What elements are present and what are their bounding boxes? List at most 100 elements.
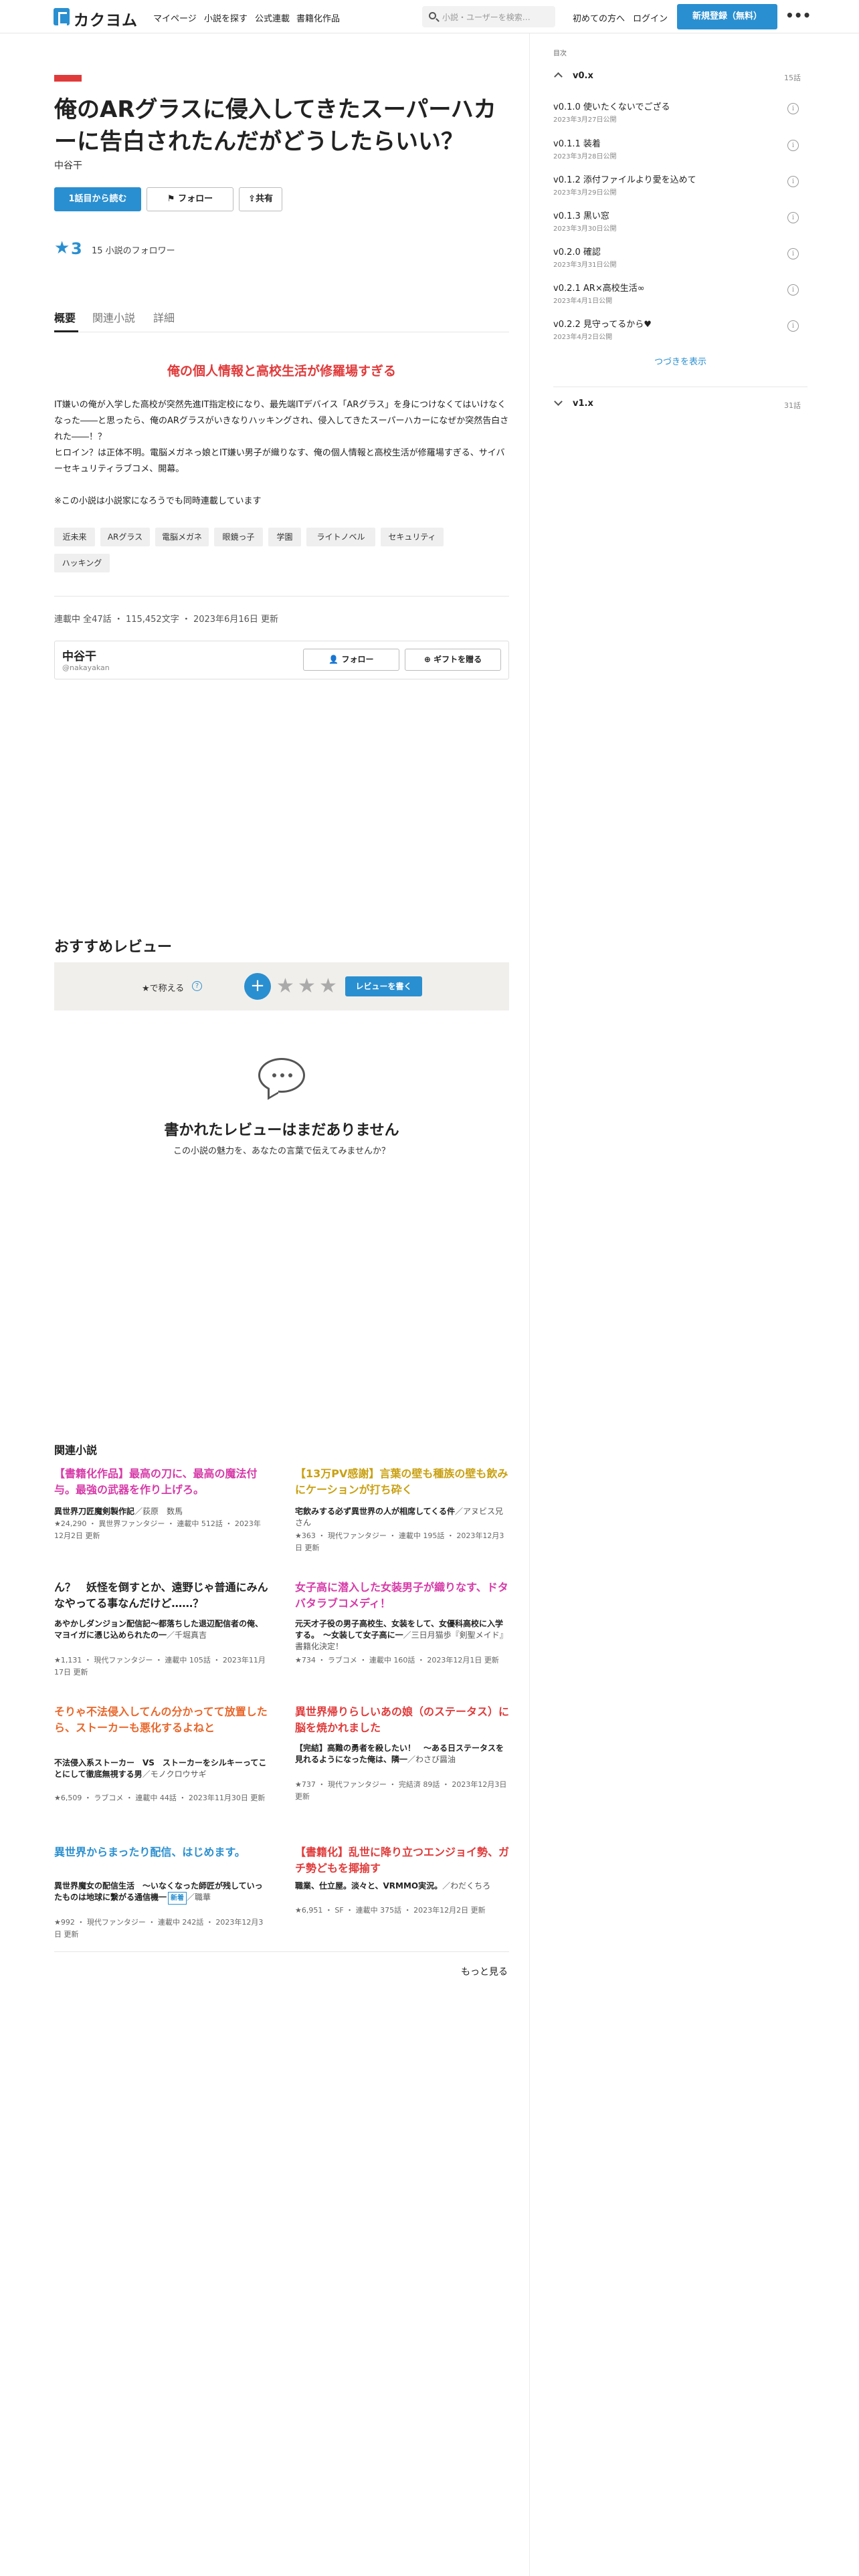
related-title[interactable]: 【書籍化作品】最高の刀に、最高の魔法付与。最強の武器を作り上げろ。 [54,1466,268,1498]
volume-count: 15話 [784,74,801,82]
episode-title[interactable]: v0.1.3 黒い窓 [553,209,609,221]
first-time-link[interactable]: 初めての方へ [573,11,625,24]
info-icon[interactable]: i [787,140,799,151]
register-button[interactable]: 新規登録（無料） [677,4,777,29]
site-header: カクヨム マイページ 小説を探す 公式連載 書籍化作品 小説・ユーザーを検索… … [0,0,859,33]
search-icon [429,12,436,19]
related-author[interactable]: ／わだくちろ [442,1881,490,1891]
nav-mypage[interactable]: マイページ [153,11,197,24]
related-meta: ★363 ・ 現代ファンタジー ・ 連載中 195話 ・ 2023年12月3日 … [295,1531,504,1552]
tag[interactable]: 電脳メガネ [155,528,209,546]
related-meta: ★992 ・ 現代ファンタジー ・ 連載中 242話 ・ 2023年12月3日 … [54,1918,264,1939]
related-title[interactable]: そりゃ不法侵入してんの分かってて放置したら、ストーカーも悪化するよねと [54,1704,268,1736]
related-catch[interactable]: 異世界刀匠魔剣製作記／荻原 数馬 [54,1506,268,1517]
work-title: 俺のARグラスに侵入してきたスーパーハカーに告白されたんだがどうしたらいい？ [54,96,496,155]
star-count[interactable]: 3 [71,239,82,258]
show-more-episodes-link[interactable]: つづきを表示 [553,354,807,367]
related-title[interactable]: 異世界帰りらしいあの娘（のステータス）に脳を焼かれました [295,1704,509,1736]
episode-title[interactable]: v0.1.0 使いたくないでござる [553,100,670,112]
related-catch[interactable]: あやかしダンジョン配信記〜都落ちした退辺配信者の俺、マヨイガに憑じ込められたの一… [54,1618,268,1641]
site-logo[interactable]: カクヨム [74,7,138,30]
reviews-heading: おすすめレビュー [54,939,173,956]
tag[interactable]: セキュリティ [381,528,444,546]
search-input[interactable]: 小説・ユーザーを検索… [442,11,531,23]
author-name[interactable]: 中谷干 [62,647,96,663]
related-author[interactable]: ／わさび醤油 [407,1755,456,1764]
tab-details[interactable]: 詳細 [153,309,175,325]
see-more-link[interactable]: もっと見る [461,1965,508,1978]
divider [54,596,509,597]
nav-official-serial[interactable]: 公式連載 [255,11,290,24]
related-catch[interactable]: 元天才子役の男子高校生、女装をして、女優科高校に入学する。 〜女装して女子高に一… [295,1618,509,1652]
tag[interactable]: ARグラス [100,528,150,546]
related-author[interactable]: ／モノクロウサギ [142,1769,207,1779]
follow-work-button[interactable]: ⚑ フォロー [147,187,233,211]
episode-title[interactable]: v0.2.0 確認 [553,245,601,257]
related-author[interactable]: ／荻原 数馬 [134,1507,183,1516]
gift-button[interactable]: ⊕ ギフトを贈る [405,649,501,671]
related-catch-text: あやかしダンジョン配信記〜都落ちした退辺配信者の俺、マヨイガに憑じ込められたの一 [54,1619,264,1640]
related-catch[interactable]: 【完結】高難の勇者を殺したい！ 〜ある日ステータスを見れるようになった俺は、隣一… [295,1743,509,1765]
info-icon[interactable]: i [787,320,799,332]
volume-title[interactable]: v0.x [573,71,593,81]
info-icon[interactable]: i [787,176,799,187]
episode-title[interactable]: v0.2.2 見守ってるから♥ [553,317,652,330]
gift-label: ギフトを贈る [434,655,482,664]
related-catch[interactable]: 異世界魔女の配信生活 〜いなくなった師匠が残していったものは地球に繋がる通信機一… [54,1881,268,1905]
tab-overview[interactable]: 概要 [54,309,76,325]
info-icon[interactable]: i [787,284,799,296]
star-icon[interactable]: ★ [298,974,316,998]
no-reviews-title: 書かれたレビューはまだありません [164,1122,399,1139]
info-icon[interactable]: i [787,212,799,223]
episode-title[interactable]: v0.2.1 AR×高校生活∞ [553,281,645,294]
related-catch[interactable]: 宅飲みする必ず異世界の人が相席してくる件／アヌビス兄さん [295,1506,509,1529]
add-star-button[interactable]: + [244,973,271,1000]
share-icon: ⇪ [248,194,256,204]
author-id[interactable]: @nakayakan [62,663,110,672]
tag[interactable]: 近未来 [54,528,95,546]
person-plus-icon: 👤 [328,655,342,664]
follow-author-button[interactable]: 👤 フォロー [303,649,399,671]
related-title[interactable]: ん？ 妖怪を倒すとか、遠野じゃ普通にみんなやってる事なんだけど……？ [54,1580,268,1612]
login-link[interactable]: ログイン [633,11,668,24]
bookmark-icon: ⚑ [167,194,179,204]
star-praise-label: ★で称える [142,984,185,994]
episode-date: 2023年3月27日公開 [553,116,617,124]
episode-title[interactable]: v0.1.1 装着 [553,136,601,149]
related-title[interactable]: 女子高に潜入した女装男子が織りなす、ドタバタラブコメディ！ [295,1580,509,1612]
active-tab-indicator [54,330,78,332]
followers-count[interactable]: 15 小説のフォロワー [92,243,175,256]
help-icon[interactable]: ? [192,981,202,991]
related-title[interactable]: 【13万PV感謝】言葉の壁も種族の壁も飲みにケーションが打ち砕く [295,1466,509,1498]
volume-title[interactable]: v1.x [573,399,593,409]
star-icon[interactable]: ★ [276,974,294,998]
share-button[interactable]: ⇪共有 [239,187,282,211]
tag[interactable]: 学園 [268,528,301,546]
related-author[interactable]: ／職華 [187,1893,211,1902]
follow-work-label: フォロー [178,194,213,204]
nav-find-novels[interactable]: 小説を探す [204,11,248,24]
related-title[interactable]: 異世界からまったり配信、はじめます。 [54,1844,268,1860]
author-card: 中谷干 @nakayakan 👤 フォロー ⊕ ギフトを贈る [54,641,509,679]
nav-published-works[interactable]: 書籍化作品 [296,11,340,24]
tag[interactable]: ハッキング [54,554,110,572]
tab-related[interactable]: 関連小説 [92,309,135,325]
episode-title[interactable]: v0.1.2 添付ファイルより愛を込めて [553,173,696,185]
kakuyomu-logo-icon[interactable] [54,8,70,25]
search-box[interactable]: 小説・ユーザーを検索… [422,6,555,27]
work-author-link[interactable]: 中谷干 [54,158,82,172]
write-review-button[interactable]: レビューを書く [345,976,422,996]
tag[interactable]: ライトノベル [306,528,375,546]
star-icon[interactable]: ★ [319,974,337,998]
more-menu-icon[interactable]: ••• [785,7,811,23]
tag[interactable]: 眼鏡っ子 [214,528,263,546]
info-icon[interactable]: i [787,248,799,259]
episode-date: 2023年3月29日公開 [553,189,617,197]
related-title[interactable]: 【書籍化】乱世に降り立つエンジョイ勢、ガチ勢どもを揶揄す [295,1844,509,1876]
read-first-episode-button[interactable]: 1話目から読む [54,187,141,211]
related-catch-text: 職業、仕立屋。淡々と、VRMMO実況。 [295,1881,443,1891]
related-author[interactable]: ／千堀真吉 [167,1630,207,1640]
info-icon[interactable]: i [787,103,799,114]
related-catch[interactable]: 職業、仕立屋。淡々と、VRMMO実況。／わだくちろ [295,1881,509,1892]
related-catch[interactable]: 不法侵入系ストーカー VS ストーカーをシルキーってことにして徹底無視する男／モ… [54,1757,268,1780]
